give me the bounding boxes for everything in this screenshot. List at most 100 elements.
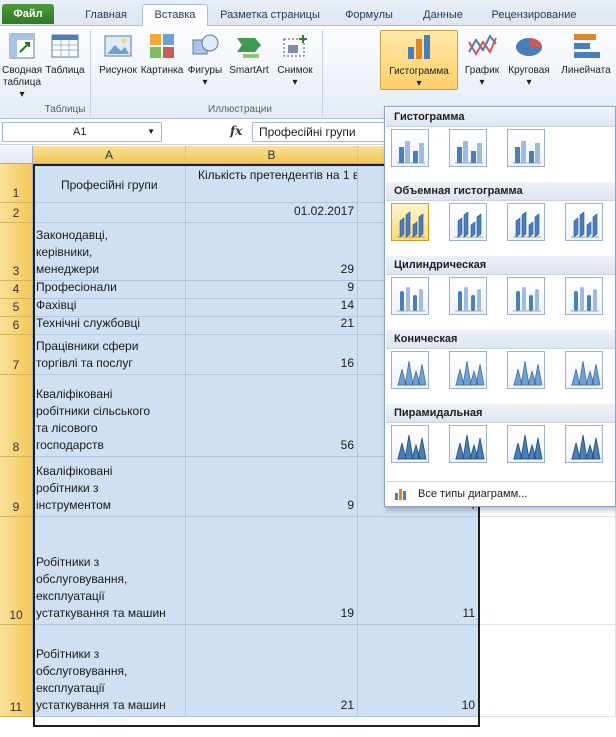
cell-a2[interactable] bbox=[33, 203, 186, 223]
cell-b4[interactable]: 9 bbox=[186, 281, 358, 299]
3d-clustered-column-chart-option[interactable] bbox=[391, 203, 429, 241]
cell-b7[interactable]: 16 bbox=[186, 335, 358, 375]
cylinder-stacked-chart-option[interactable] bbox=[449, 277, 487, 315]
row-header-11[interactable]: 11 bbox=[0, 625, 33, 717]
cell-a8[interactable]: Кваліфіковані робітники сільського та лі… bbox=[33, 375, 186, 457]
row-header-3[interactable]: 3 bbox=[0, 223, 33, 281]
row-header-4[interactable]: 4 bbox=[0, 281, 33, 299]
cell-a9[interactable]: Кваліфіковані робітники з інструментом bbox=[33, 457, 186, 517]
shapes-button[interactable]: Фигуры ▾ bbox=[184, 30, 226, 89]
tab-formulas[interactable]: Формулы bbox=[332, 6, 406, 26]
smartart-button[interactable]: SmartArt bbox=[226, 30, 272, 77]
cell-value: Кількість претендентів на 1 в bbox=[198, 168, 358, 182]
row-header-6[interactable]: 6 bbox=[0, 317, 33, 335]
cell-b10[interactable]: 19 bbox=[186, 517, 358, 625]
column-chart-button[interactable]: Гистограмма ▾ bbox=[380, 30, 458, 90]
3d-column-chart-option[interactable] bbox=[565, 203, 603, 241]
row-header-1[interactable]: 1 bbox=[0, 164, 33, 203]
cone-percent-icon bbox=[513, 360, 543, 386]
bar-chart-button[interactable]: Линейчата bbox=[556, 30, 616, 77]
ribbon-tab-bar: Файл Главная Вставка Разметка страницы Ф… bbox=[0, 0, 616, 27]
cell-value: 56 bbox=[340, 438, 354, 452]
row-header-10[interactable]: 10 bbox=[0, 517, 33, 625]
cell-a11[interactable]: Робітники з обслуговування, експлуатації… bbox=[33, 625, 186, 717]
cell-b3[interactable]: 29 bbox=[186, 223, 358, 281]
column-header-a[interactable]: A bbox=[33, 146, 186, 164]
name-box[interactable]: A1 ▼ bbox=[2, 122, 162, 142]
cell-text: Робітники з обслуговування, експлуатації… bbox=[36, 647, 166, 712]
cell-value: 21 bbox=[340, 698, 354, 712]
cell-b11[interactable]: 21 bbox=[186, 625, 358, 717]
cylinder-percent-chart-option[interactable] bbox=[507, 277, 545, 315]
cell-b6[interactable]: 21 bbox=[186, 317, 358, 335]
cell-b2[interactable]: 01.02.2017 bbox=[186, 203, 358, 223]
cell-a3[interactable]: Законодавці, керівники, менеджери bbox=[33, 223, 186, 281]
cylinder-3d-chart-option[interactable] bbox=[565, 277, 603, 315]
table-button[interactable]: Таблица bbox=[44, 30, 86, 77]
pyramid-3d-chart-option[interactable] bbox=[565, 425, 603, 463]
tab-home[interactable]: Главная bbox=[72, 6, 140, 26]
pie-chart-button[interactable]: Круговая ▾ bbox=[504, 30, 554, 89]
cell-b8[interactable]: 56 bbox=[186, 375, 358, 457]
stacked-column-icon bbox=[455, 141, 483, 164]
cell-b9[interactable]: 9 bbox=[186, 457, 358, 517]
pyramid-clustered-chart-option[interactable] bbox=[391, 425, 429, 463]
cell-d10[interactable] bbox=[479, 517, 616, 625]
gallery-section-cone: Коническая bbox=[386, 330, 615, 349]
tab-file[interactable]: Файл bbox=[2, 4, 54, 24]
pyramid-3d-icon bbox=[571, 434, 601, 460]
cell-text: Фахівці bbox=[36, 299, 77, 312]
cell-a4[interactable]: Професіонали bbox=[33, 281, 186, 299]
name-box-value: A1 bbox=[73, 126, 87, 138]
3d-percent-column-icon bbox=[513, 211, 541, 238]
cell-a7[interactable]: Працівники сфери торгівлі та послуг bbox=[33, 335, 186, 375]
3d-percent-column-chart-option[interactable] bbox=[507, 203, 545, 241]
smartart-label: SmartArt bbox=[229, 65, 269, 76]
pyramid-percent-chart-option[interactable] bbox=[507, 425, 545, 463]
tab-page-layout[interactable]: Разметка страницы bbox=[210, 6, 330, 26]
row-header-7[interactable]: 7 bbox=[0, 335, 33, 375]
smartart-icon bbox=[237, 38, 261, 58]
row-header-5[interactable]: 5 bbox=[0, 299, 33, 317]
pyramid-stacked-icon bbox=[455, 434, 485, 460]
cell-a10[interactable]: Робітники з обслуговування, експлуатації… bbox=[33, 517, 186, 625]
chevron-down-icon[interactable]: ▼ bbox=[147, 123, 155, 141]
cell-c11[interactable]: 10 bbox=[358, 625, 479, 717]
stacked-column-chart-option[interactable] bbox=[449, 129, 487, 167]
cone-stacked-chart-option[interactable] bbox=[449, 351, 487, 389]
cylinder-clustered-chart-option[interactable] bbox=[391, 277, 429, 315]
pivot-table-button[interactable]: Сводная таблица ▾ bbox=[2, 30, 42, 101]
insert-function-icon[interactable]: fx bbox=[230, 124, 242, 138]
percent-stacked-column-chart-option[interactable] bbox=[507, 129, 545, 167]
cone-clustered-chart-option[interactable] bbox=[391, 351, 429, 389]
cell-a5[interactable]: Фахівці bbox=[33, 299, 186, 317]
row-header-9[interactable]: 9 bbox=[0, 457, 33, 517]
cylinder-percent-icon bbox=[513, 287, 541, 312]
cone-3d-chart-option[interactable] bbox=[565, 351, 603, 389]
clipart-button[interactable]: Картинка bbox=[140, 30, 184, 77]
all-chart-types-link[interactable]: Все типы диаграмм... bbox=[386, 481, 615, 505]
row-header-2[interactable]: 2 bbox=[0, 203, 33, 223]
column-header-b[interactable]: B bbox=[186, 146, 358, 164]
cone-percent-chart-option[interactable] bbox=[507, 351, 545, 389]
tab-review[interactable]: Рецензирование bbox=[478, 6, 590, 26]
tab-insert[interactable]: Вставка bbox=[142, 4, 208, 27]
row-header-8[interactable]: 8 bbox=[0, 375, 33, 457]
cell-a1[interactable]: Професійні групи bbox=[33, 164, 186, 203]
cell-b1[interactable]: Кількість претендентів на 1 в bbox=[186, 164, 358, 203]
cell-value: 14 bbox=[340, 299, 354, 312]
cell-b5[interactable]: 14 bbox=[186, 299, 358, 317]
pyramid-percent-icon bbox=[513, 434, 543, 460]
line-chart-button[interactable]: График ▾ bbox=[460, 30, 504, 89]
pie-chart-icon bbox=[516, 38, 542, 56]
picture-button[interactable]: Рисунок bbox=[96, 30, 140, 77]
tab-data[interactable]: Данные bbox=[412, 6, 474, 26]
cell-d11[interactable] bbox=[479, 625, 616, 717]
select-all-corner[interactable] bbox=[0, 146, 33, 164]
screenshot-button[interactable]: Снимок ▾ bbox=[272, 30, 318, 89]
pyramid-stacked-chart-option[interactable] bbox=[449, 425, 487, 463]
3d-stacked-column-chart-option[interactable] bbox=[449, 203, 487, 241]
cell-c10[interactable]: 11 bbox=[358, 517, 479, 625]
cell-a6[interactable]: Технічні службовці bbox=[33, 317, 186, 335]
clustered-column-chart-option[interactable] bbox=[391, 129, 429, 167]
